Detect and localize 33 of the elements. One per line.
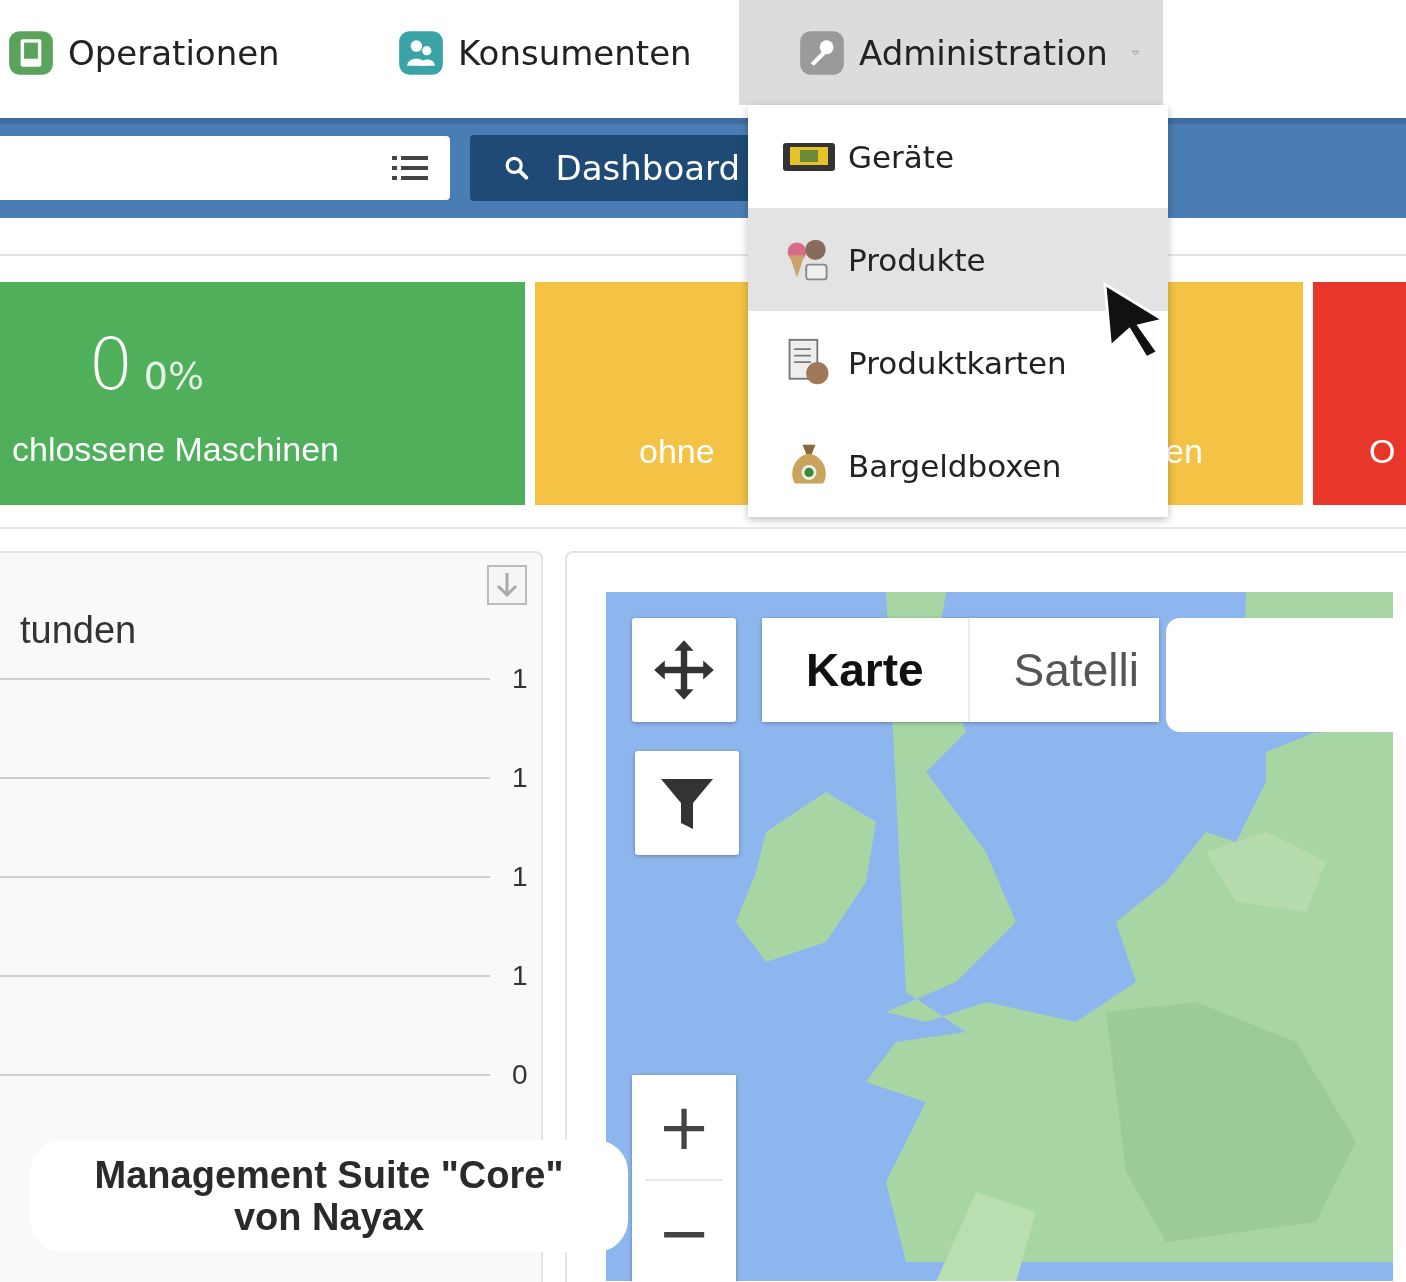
axis-label: 0 [512, 1058, 528, 1091]
zoom-out-button[interactable]: − [632, 1181, 736, 1282]
dropdown-menu-item[interactable]: Produktkarten [748, 311, 1168, 414]
nav-menu-item[interactable]: Operationen [0, 0, 390, 105]
machine-icon [8, 29, 54, 76]
axis-label: 1 [512, 959, 528, 992]
tile-label: chlossene Maschinen [12, 430, 339, 469]
dropdown-menu-item[interactable]: Bargeldboxen [748, 414, 1168, 517]
status-tile[interactable]: O [1313, 282, 1406, 505]
tile-percent: 0% [143, 354, 205, 398]
caption-text: Management Suite "Core" [94, 1154, 564, 1196]
tile-label: en [1165, 432, 1203, 471]
move-icon [652, 638, 716, 702]
zoom-in-button[interactable]: + [632, 1075, 736, 1179]
caption-text: von Nayax [233, 1196, 425, 1238]
nav-menu-item[interactable]: Konsumenten [390, 0, 739, 105]
search-field[interactable] [0, 136, 450, 200]
axis-label: 1 [512, 860, 528, 893]
axis-label: 1 [512, 761, 528, 794]
tile-label: O [1369, 432, 1396, 471]
map-type-tab[interactable]: Karte [762, 618, 968, 722]
tile-value: 0 [88, 322, 134, 406]
map-type-tab[interactable]: Satelli [967, 618, 1159, 722]
list-icon [392, 154, 428, 182]
filter-button[interactable] [635, 751, 739, 855]
axis-label: 1 [512, 662, 528, 695]
key-icon [799, 29, 845, 76]
people-icon [398, 29, 444, 76]
chart-title: tunden [20, 609, 137, 652]
pan-button[interactable] [632, 618, 736, 722]
dropdown-menu-item[interactable]: Produkte [748, 208, 1168, 311]
nav-menu-item[interactable]: Administration [739, 0, 1163, 105]
tile-label: ohne [639, 432, 715, 471]
